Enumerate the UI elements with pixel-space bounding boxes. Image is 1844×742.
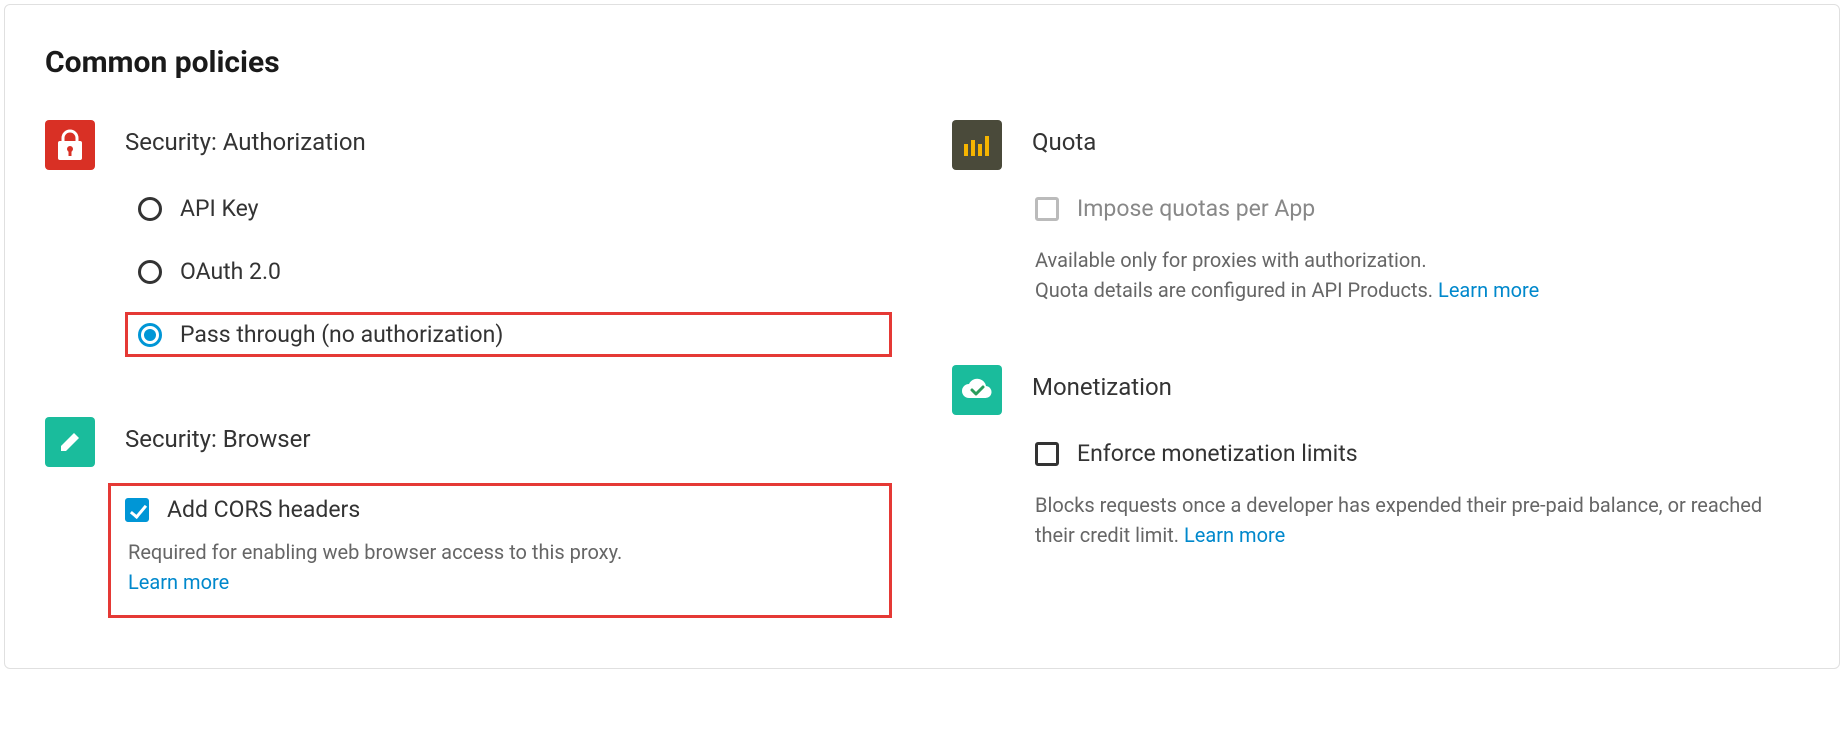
cloud-check-icon	[952, 365, 1002, 415]
monetization-description: Blocks requests once a developer has exp…	[1035, 490, 1799, 550]
columns: Security: Authorization API Key OAuth 2.…	[45, 120, 1799, 618]
pencil-icon	[45, 417, 95, 467]
quota-description: Available only for proxies with authoriz…	[1035, 245, 1799, 305]
checkbox-label: Add CORS headers	[167, 496, 360, 523]
checkbox-impose-quotas[interactable]: Impose quotas per App	[1032, 186, 1799, 231]
section-title: Common policies	[45, 45, 1799, 80]
monetization-learn-more-link[interactable]: Learn more	[1184, 523, 1285, 547]
bars-icon	[952, 120, 1002, 170]
checkbox-enforce-monetization[interactable]: Enforce monetization limits	[1032, 431, 1799, 476]
cors-desc-text: Required for enabling web browser access…	[128, 540, 622, 564]
lock-icon	[45, 120, 95, 170]
security-browser-title: Security: Browser	[125, 417, 892, 453]
left-column: Security: Authorization API Key OAuth 2.…	[45, 120, 892, 618]
monetization-block: Monetization Enforce monetization limits…	[952, 365, 1799, 550]
checkbox-mark-icon	[1035, 197, 1059, 221]
common-policies-panel: Common policies Security: Authorization	[4, 4, 1840, 669]
monetization-desc-text: Blocks requests once a developer has exp…	[1035, 493, 1762, 547]
checkbox-label: Impose quotas per App	[1077, 195, 1315, 222]
radio-pass-through[interactable]: Pass through (no authorization)	[125, 312, 892, 357]
radio-label: API Key	[180, 195, 259, 222]
radio-mark-icon	[138, 323, 162, 347]
checkbox-mark-icon	[125, 498, 149, 522]
quota-desc-line2: Quota details are configured in API Prod…	[1035, 278, 1433, 302]
radio-mark-icon	[138, 197, 162, 221]
right-column: Quota Impose quotas per App Available on…	[952, 120, 1799, 618]
security-authorization-block: Security: Authorization API Key OAuth 2.…	[45, 120, 892, 357]
quota-content: Quota Impose quotas per App Available on…	[1032, 120, 1799, 305]
checkbox-mark-icon	[1035, 442, 1059, 466]
checkbox-add-cors[interactable]: Add CORS headers	[125, 496, 875, 523]
quota-desc-line1: Available only for proxies with authoriz…	[1035, 248, 1427, 272]
radio-label: OAuth 2.0	[180, 258, 281, 285]
security-authorization-content: Security: Authorization API Key OAuth 2.…	[125, 120, 892, 357]
security-browser-block: Security: Browser Add CORS headers Requi…	[45, 417, 892, 618]
radio-api-key[interactable]: API Key	[125, 186, 892, 231]
monetization-content: Monetization Enforce monetization limits…	[1032, 365, 1799, 550]
quota-title: Quota	[1032, 120, 1799, 156]
cors-highlight-box: Add CORS headers Required for enabling w…	[108, 483, 892, 618]
radio-label: Pass through (no authorization)	[180, 321, 503, 348]
security-browser-content: Security: Browser Add CORS headers Requi…	[125, 417, 892, 618]
security-authorization-options: API Key OAuth 2.0 Pass through (no autho…	[125, 186, 892, 357]
checkbox-label: Enforce monetization limits	[1077, 440, 1358, 467]
cors-learn-more-link[interactable]: Learn more	[128, 570, 229, 594]
security-authorization-title: Security: Authorization	[125, 120, 892, 156]
quota-block: Quota Impose quotas per App Available on…	[952, 120, 1799, 305]
radio-oauth[interactable]: OAuth 2.0	[125, 249, 892, 294]
radio-mark-icon	[138, 260, 162, 284]
monetization-title: Monetization	[1032, 365, 1799, 401]
cors-description: Required for enabling web browser access…	[128, 537, 875, 597]
quota-learn-more-link[interactable]: Learn more	[1438, 278, 1539, 302]
